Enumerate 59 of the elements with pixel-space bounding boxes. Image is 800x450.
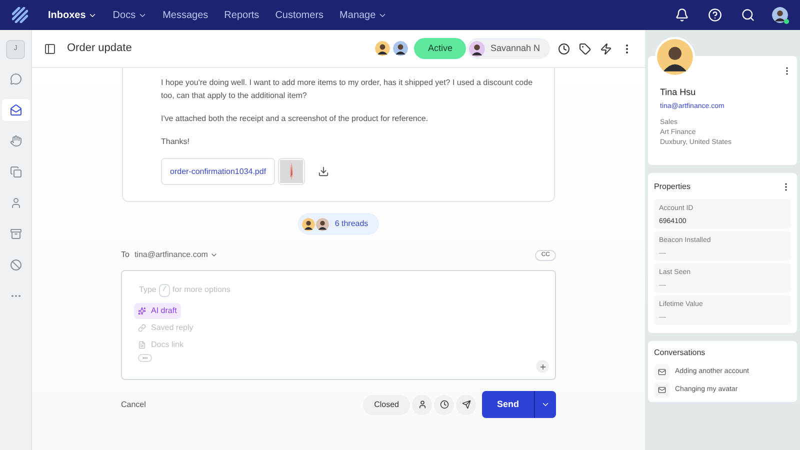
nav-menu-item[interactable]: Docs (112, 8, 147, 22)
envelope-icon (658, 368, 666, 376)
sparkle-icon (138, 306, 146, 314)
placeholder-text: for more options (172, 284, 230, 296)
send-later-button[interactable] (456, 394, 476, 414)
envelope-icon (658, 386, 666, 394)
conversation-title: Order update (67, 41, 132, 56)
participant-avatar (302, 218, 315, 230)
recipient-dropdown[interactable]: tina@artfinance.com (134, 249, 218, 261)
message-text: Thanks! (161, 136, 190, 148)
agent-avatar (392, 41, 408, 56)
panel-toggle-icon[interactable] (44, 42, 56, 54)
link-icon (138, 324, 146, 332)
message-text: I've attached both the receipt and a screenshot of the product for reference. (161, 113, 430, 125)
status-button[interactable]: Active (414, 38, 466, 59)
editor-option[interactable]: AI draft (134, 302, 181, 318)
assignee-avatar (469, 40, 486, 56)
clock-icon (440, 400, 448, 409)
participant-avatar (316, 218, 329, 230)
nav-menu-item[interactable]: Messages (162, 8, 208, 22)
nav-menu-item[interactable]: Customers (275, 8, 324, 22)
clock-icon[interactable] (558, 42, 570, 54)
threads-button[interactable]: 6 threads (298, 213, 380, 235)
user-avatar (772, 7, 788, 23)
attachment-link[interactable]: order-confirmation1034.pdf (161, 158, 276, 185)
cancel-button[interactable]: Cancel (121, 398, 146, 410)
attachment-thumbnail[interactable] (278, 158, 306, 185)
assign-button[interactable] (412, 394, 432, 414)
nav-menu-item[interactable]: Manage (340, 8, 387, 22)
to-label: To (121, 249, 130, 261)
nav-menu-item[interactable]: Reports (224, 8, 260, 22)
bell-icon[interactable] (675, 8, 689, 22)
plus-icon (538, 362, 546, 370)
assignee-button[interactable]: Savannah N (467, 38, 550, 59)
customer-avatar (657, 39, 693, 75)
nav-menu-item[interactable]: Inboxes (48, 8, 97, 22)
send-options-button[interactable] (534, 391, 556, 418)
download-icon[interactable] (318, 166, 330, 177)
help-icon[interactable] (708, 8, 722, 22)
chevron-down-icon (210, 251, 218, 259)
snooze-button[interactable] (434, 394, 454, 414)
send-icon (462, 400, 470, 409)
chevron-down-icon (541, 400, 550, 409)
section-title: Properties (654, 181, 690, 193)
logo-icon[interactable] (12, 7, 28, 23)
add-button[interactable] (536, 360, 549, 373)
search-icon[interactable] (741, 8, 755, 22)
person-icon (418, 400, 426, 409)
lightning-icon[interactable] (600, 42, 612, 54)
placeholder-text: Type (139, 284, 156, 296)
agent-avatar (374, 41, 390, 56)
send-button[interactable]: Send (482, 391, 534, 418)
envelope-icon[interactable] (2, 99, 30, 121)
tag-icon[interactable] (579, 42, 591, 54)
document-icon (138, 340, 146, 348)
message-text: I hope you're doing well. I want to add more items to my order, has it shipped yet? I used a discount code too, can that apply to the additional item? (161, 77, 534, 102)
closed-status-button[interactable]: Closed (363, 394, 410, 414)
customer-name: Tina Hsu (660, 86, 697, 99)
section-title: Conversations (654, 347, 706, 359)
